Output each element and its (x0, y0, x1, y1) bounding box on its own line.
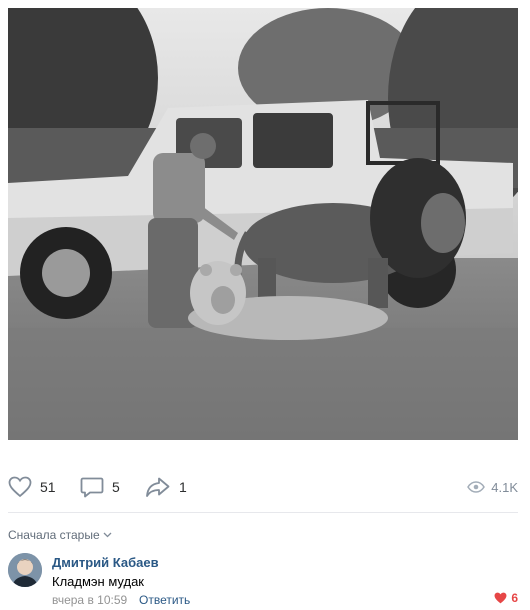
avatar[interactable] (8, 553, 42, 587)
comment-author[interactable]: Дмитрий Кабаев (52, 555, 159, 570)
comment-item: Дмитрий Кабаев Кладмэн мудак вчера в 10:… (8, 553, 518, 607)
post-photo[interactable] (8, 8, 518, 440)
like-count: 51 (40, 479, 56, 495)
sort-label: Сначала старые (8, 528, 100, 542)
comments-sort-dropdown[interactable]: Сначала старые (8, 527, 112, 543)
share-arrow-icon (146, 477, 170, 497)
eye-icon (467, 481, 486, 493)
post-actions-bar: 51 5 1 4.1K (0, 470, 530, 504)
comment-count: 5 (112, 479, 120, 495)
comment-button[interactable]: 5 (80, 470, 120, 504)
comment-text: Кладмэн мудак (52, 574, 144, 589)
lion-safari-photo (8, 8, 518, 440)
heart-icon (8, 476, 32, 498)
views-count: 4.1K (491, 479, 518, 495)
comments-divider (8, 512, 518, 513)
user-avatar-icon (8, 553, 42, 587)
share-button[interactable]: 1 (145, 470, 187, 504)
chevron-down-icon (103, 532, 112, 538)
share-count: 1 (179, 479, 187, 495)
reply-button[interactable]: Ответить (139, 593, 190, 607)
comment-timestamp[interactable]: вчера в 10:59 (52, 593, 127, 607)
comment-like-count: 6 (511, 591, 518, 605)
comment-like-button[interactable]: 6 (494, 591, 518, 605)
heart-filled-icon (494, 592, 507, 604)
comment-bubble-icon (80, 477, 104, 498)
views-counter: 4.1K (467, 470, 518, 504)
like-button[interactable]: 51 (8, 470, 56, 504)
